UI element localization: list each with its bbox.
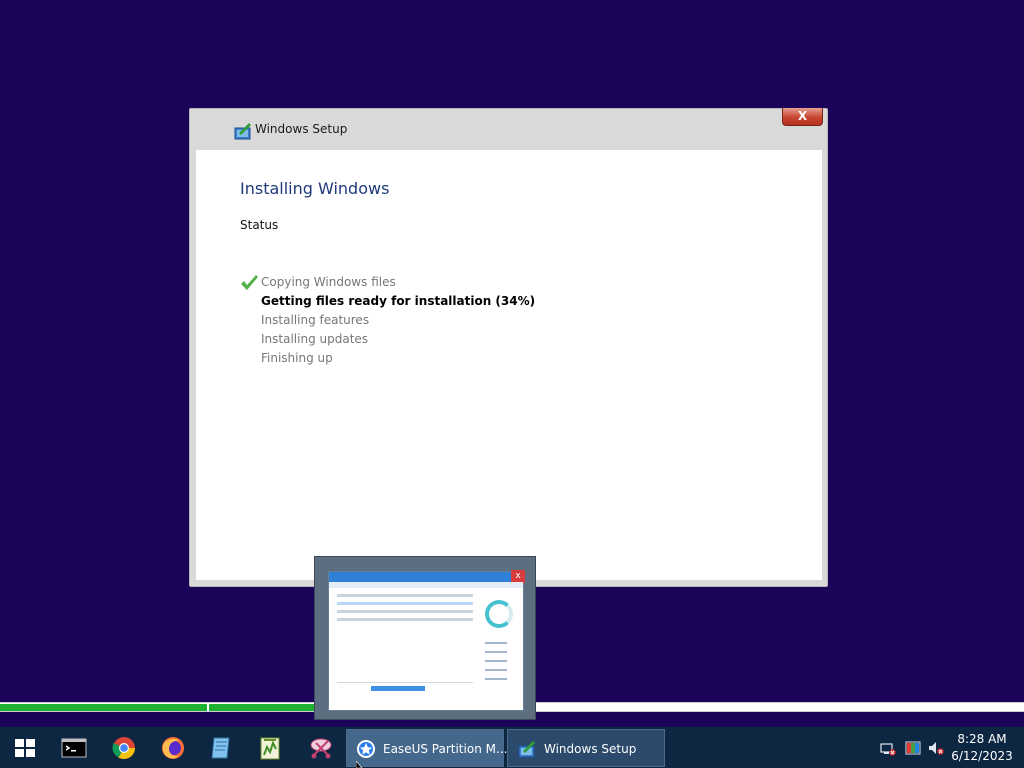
step-label: Finishing up <box>261 351 333 365</box>
thumbnail-side-item <box>485 678 507 680</box>
thumbnail-row <box>337 594 473 597</box>
command-prompt-icon[interactable] <box>61 735 87 761</box>
content-panel: Installing Windows Status Copying Window… <box>196 150 822 580</box>
notepad-plus-plus-icon[interactable] <box>257 735 283 761</box>
thumbnail-toolbar <box>329 582 523 588</box>
thumbnail-disk-usage-ring <box>485 600 513 628</box>
volume-muted-icon[interactable] <box>928 740 944 756</box>
step-label: Copying Windows files <box>261 275 396 289</box>
close-button[interactable]: X <box>782 108 823 126</box>
window-title: Windows Setup <box>255 122 348 136</box>
title-bar[interactable]: Windows Setup X <box>190 108 827 149</box>
windows-setup-icon <box>234 123 251 140</box>
step-label: Installing features <box>261 313 370 327</box>
snipping-tool-icon[interactable] <box>308 735 334 761</box>
firefox-icon[interactable] <box>160 735 186 761</box>
step-installing-features: Installing features <box>240 311 740 330</box>
thumbnail-divider <box>337 682 473 683</box>
thumbnail-title-bar <box>329 572 523 582</box>
color-profile-icon[interactable] <box>905 740 921 756</box>
easeus-icon <box>357 740 375 758</box>
progress-segment <box>0 704 207 711</box>
step-getting-files-ready: Getting files ready for installation (34… <box>240 292 740 311</box>
step-finishing-up: Finishing up <box>240 349 740 368</box>
progress-segment <box>209 704 317 711</box>
step-label: Installing updates <box>261 332 369 346</box>
taskbar-app-label: EaseUS Partition M... <box>383 742 508 756</box>
notepad-icon[interactable] <box>208 735 234 761</box>
chrome-icon[interactable] <box>111 735 137 761</box>
system-clock[interactable]: 8:28 AM 6/12/2023 <box>948 731 1016 765</box>
mouse-cursor-icon <box>356 761 363 768</box>
windows-setup-icon <box>518 741 535 758</box>
clock-time: 8:28 AM <box>957 732 1007 746</box>
easeus-window-thumbnail[interactable]: x <box>328 570 525 711</box>
taskbar-app-windows-setup[interactable]: Windows Setup <box>507 729 665 767</box>
clock-date: 6/12/2023 <box>951 749 1013 763</box>
thumbnail-side-item <box>485 660 507 662</box>
taskbar-thumbnail-preview[interactable]: x <box>314 556 536 720</box>
thumbnail-row <box>337 610 473 613</box>
taskbar-app-easeus[interactable]: EaseUS Partition M... <box>346 729 508 767</box>
taskbar: EaseUS Partition M... Windows Setup 8:28… <box>0 727 1024 768</box>
network-disconnected-icon[interactable] <box>880 740 896 756</box>
taskbar-app-label: Windows Setup <box>544 742 637 756</box>
thumbnail-side-item <box>485 651 507 653</box>
status-step-list: Copying Windows files Getting files read… <box>240 273 740 368</box>
step-label: Getting files ready for installation (34… <box>261 294 536 308</box>
windows-setup-window: Windows Setup X Installing Windows Statu… <box>189 108 828 587</box>
thumbnail-disk-bar <box>371 686 425 691</box>
checkmark-icon <box>241 275 258 290</box>
page-title: Installing Windows <box>240 179 390 198</box>
step-installing-updates: Installing updates <box>240 330 740 349</box>
thumbnail-row <box>337 618 473 621</box>
desktop: Windows Setup X Installing Windows Statu… <box>0 0 1024 768</box>
thumbnail-side-item <box>485 669 507 671</box>
thumbnail-row <box>337 602 473 605</box>
windows-start-icon[interactable] <box>12 735 38 761</box>
status-label: Status <box>240 218 279 232</box>
progress-fill <box>0 704 317 711</box>
step-copying-files: Copying Windows files <box>240 273 740 292</box>
thumbnail-side-item <box>485 642 507 644</box>
